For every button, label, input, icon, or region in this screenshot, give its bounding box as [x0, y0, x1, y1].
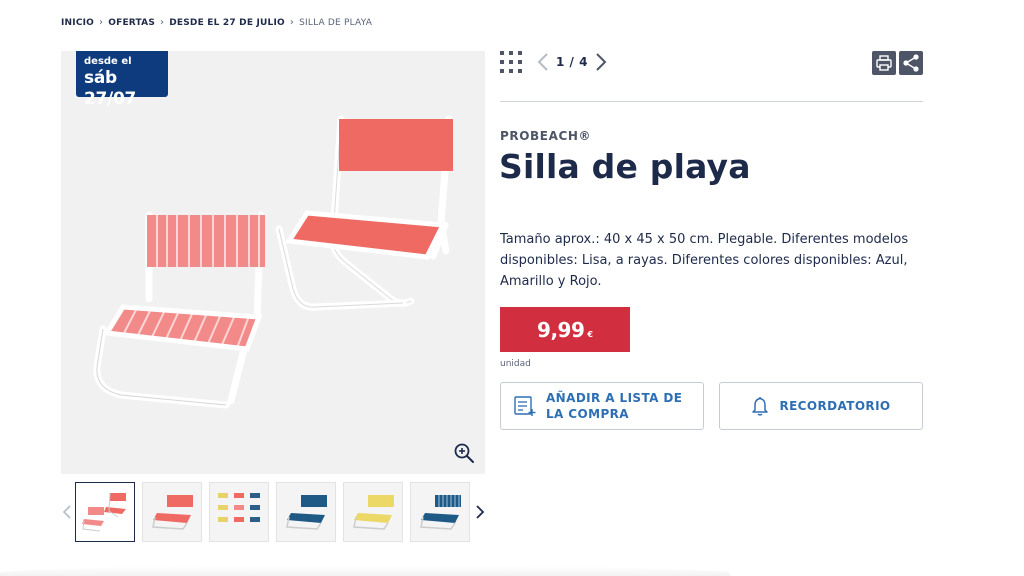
bell-icon: [752, 397, 769, 416]
list-add-icon: [514, 396, 536, 416]
breadcrumb-current: SILLA DE PLAYA: [299, 17, 373, 28]
page-bottom-shadow: [0, 566, 730, 576]
breadcrumb-separator: ›: [160, 17, 165, 28]
badge-date: sáb 27/07: [84, 68, 137, 109]
price-unit: unidad: [500, 359, 531, 369]
thumbnail-strip: [61, 482, 491, 542]
share-button[interactable]: [899, 51, 923, 75]
breadcrumb-ofertas[interactable]: OFERTAS: [108, 18, 155, 28]
print-icon: [876, 55, 892, 71]
breadcrumb: INICIO › OFERTAS › DESDE EL 27 DE JULIO …: [61, 17, 372, 28]
product-brand: PROBEACH®: [500, 129, 592, 143]
thumb-next-chevron-right-icon[interactable]: [473, 502, 487, 522]
price-currency: €: [587, 329, 593, 339]
gallery-toolbar: 1 / 4: [500, 50, 923, 75]
breadcrumb-separator: ›: [99, 17, 104, 28]
image-pager: 1 / 4: [536, 50, 608, 74]
thumb-chair-blue: [286, 495, 327, 530]
thumbnail-4[interactable]: [276, 482, 336, 542]
breadcrumb-inicio[interactable]: INICIO: [61, 18, 94, 28]
coral-chair: [275, 115, 453, 311]
thumb-prev-chevron-left-icon[interactable]: [61, 502, 73, 522]
striped-chair: [93, 211, 265, 409]
thumb-chair-blue-striped: [420, 495, 461, 530]
pager-prev-chevron-left-icon[interactable]: [536, 51, 550, 73]
pager-count: 1 / 4: [556, 55, 588, 69]
thumb-chairs-set: [218, 493, 260, 522]
thumbnail-3[interactable]: [209, 482, 269, 542]
price-amount: 9,99: [537, 317, 585, 342]
grid-icon[interactable]: [500, 51, 522, 73]
add-to-shopping-list-button[interactable]: AÑADIR A LISTA DE LA COMPRA: [500, 382, 704, 430]
reminder-label: RECORDATORIO: [779, 399, 891, 413]
reminder-button[interactable]: RECORDATORIO: [719, 382, 923, 430]
breadcrumb-separator: ›: [289, 17, 295, 28]
thumbnail-1[interactable]: [75, 482, 135, 542]
thumbnail-5[interactable]: [343, 482, 403, 542]
thumb-chair-yellow: [353, 495, 394, 530]
availability-badge: desde el sáb 27/07: [76, 51, 168, 109]
divider: [500, 101, 923, 102]
product-title: Silla de playa: [499, 147, 751, 186]
add-to-list-label: AÑADIR A LISTA DE LA COMPRA: [546, 391, 683, 421]
product-main-image[interactable]: desde el sáb 27/07: [61, 51, 485, 474]
thumb-chairs-red: [82, 492, 126, 532]
price-box: 9,99 €: [500, 307, 630, 352]
share-icon: [903, 54, 919, 72]
pager-next-chevron-right-icon[interactable]: [594, 51, 608, 73]
zoom-in-icon[interactable]: [453, 442, 475, 464]
thumb-chair-coral: [152, 495, 193, 530]
beach-chairs-illustration: [93, 115, 453, 409]
thumbnail-6[interactable]: [410, 482, 470, 542]
breadcrumb-desde-el-27-de-julio[interactable]: DESDE EL 27 DE JULIO: [169, 18, 285, 28]
print-button[interactable]: [872, 51, 896, 75]
thumbnail-2[interactable]: [142, 482, 202, 542]
product-description: Tamaño aprox.: 40 x 45 x 50 cm. Plegable…: [500, 232, 909, 289]
badge-line1: desde el: [84, 56, 132, 67]
